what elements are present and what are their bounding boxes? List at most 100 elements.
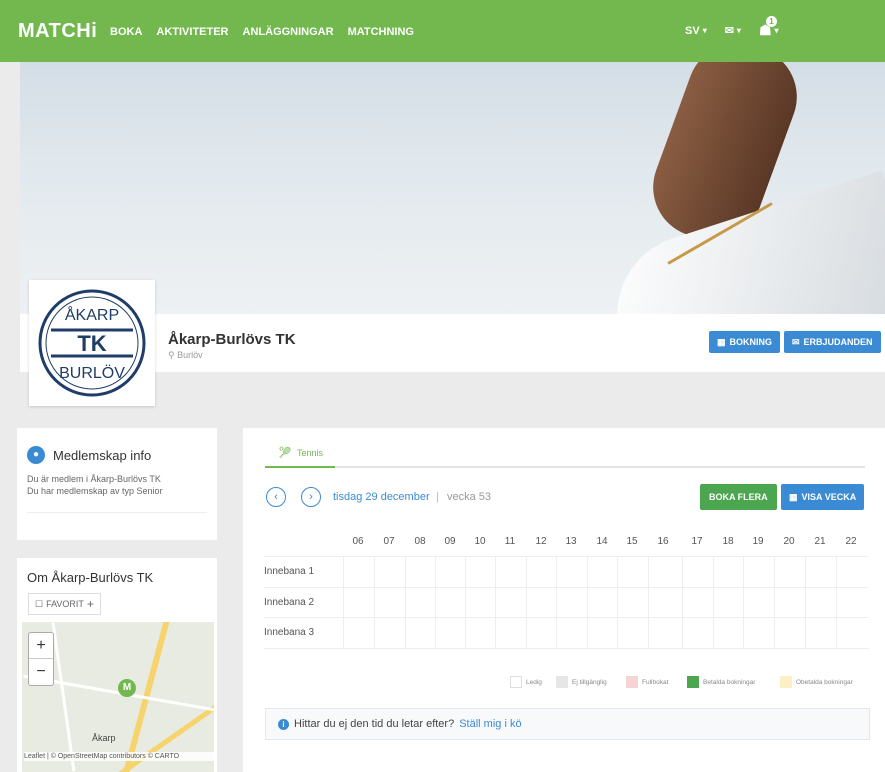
prev-day-button[interactable]: ‹ (266, 487, 286, 507)
legend-fully-booked: Fullbokat (626, 676, 668, 688)
booking-button[interactable]: ▦ BOKNING (709, 331, 781, 353)
favorite-button[interactable]: ☐ FAVORIT + (28, 593, 101, 615)
logo-text-mid: TK (77, 331, 106, 356)
calendar-icon: ▦ (717, 336, 726, 347)
legend-swatch (780, 676, 792, 688)
date-separator: | (436, 491, 439, 503)
booking-button-label: BOKNING (729, 337, 773, 347)
chevron-right-icon: › (309, 491, 313, 503)
tab-tennis-label: Tennis (296, 447, 323, 458)
language-dropdown[interactable]: SV ▾ (685, 25, 707, 37)
legend-swatch (510, 676, 522, 688)
membership-line-1: Du är medlem i Åkarp-Burlövs TK (27, 474, 161, 484)
envelope-icon: ✉ (792, 336, 800, 347)
current-week: vecka 53 (447, 491, 492, 503)
hour-label: 20 (783, 536, 795, 547)
zoom-in-button[interactable]: + (29, 633, 53, 659)
map-marker[interactable]: M (118, 679, 136, 697)
membership-title: Medlemskap info (53, 448, 152, 463)
map-zoom-control: + − (28, 632, 54, 686)
main-nav: BOKA AKTIVITETER ANLÄGGNINGAR MATCHNING (110, 26, 414, 38)
legend-swatch (626, 676, 638, 688)
nav-right: SV ▾ ✉ ▾ ☗ 1 ▾ (685, 16, 779, 39)
matchi-logo[interactable]: MATCHi (18, 20, 97, 43)
grid-line (264, 648, 869, 649)
messages-dropdown[interactable]: ✉ ▾ (725, 24, 741, 37)
calendar-icon: ▦ (789, 491, 798, 502)
legend-paid: Betalda bokningar (687, 676, 755, 688)
membership-line-2: Du har medlemskap av typ Senior (27, 486, 163, 496)
legend-swatch (687, 676, 699, 688)
hour-label: 18 (722, 536, 734, 547)
legend-label: Fullbokat (642, 678, 669, 686)
hour-label: 14 (596, 536, 608, 547)
court-row-label: Innebana 3 (264, 627, 315, 638)
legend-swatch (556, 676, 568, 688)
nav-link-aktiviteter[interactable]: AKTIVITETER (156, 26, 228, 38)
hour-label: 15 (626, 536, 638, 547)
bookmark-icon: ☐ (35, 598, 44, 609)
top-navbar: MATCHi BOKA AKTIVITETER ANLÄGGNINGAR MAT… (0, 0, 885, 62)
hour-label: 21 (814, 536, 826, 547)
membership-card: ● Medlemskap info Du är medlem i Åkarp-B… (17, 428, 217, 540)
show-week-button[interactable]: ▦ VISA VECKA (781, 484, 865, 510)
club-logo: ÅKARP TK BURLÖV (29, 280, 155, 406)
nav-link-anlaggningar[interactable]: ANLÄGGNINGAR (243, 26, 334, 38)
about-title: Om Åkarp-Burlövs TK (27, 570, 154, 585)
hour-label: 10 (474, 536, 486, 547)
notification-badge: 1 (765, 16, 777, 27)
map-attribution[interactable]: Leaflet | © OpenStreetMap contributors ©… (24, 752, 214, 761)
offers-button[interactable]: ✉ ERBJUDANDEN (784, 331, 881, 353)
legend-label: Ej tillgänglig (572, 678, 607, 686)
favorite-label: FAVORIT (46, 599, 84, 609)
nav-link-boka[interactable]: BOKA (110, 26, 142, 38)
divider (27, 512, 207, 513)
hour-label: 11 (504, 536, 516, 547)
legend-label: Obetalda bokningar (796, 678, 853, 686)
legend-label: Ledig (526, 678, 542, 686)
hour-label: 13 (565, 536, 577, 547)
hour-label: 17 (691, 536, 703, 547)
zoom-out-button[interactable]: − (29, 659, 53, 685)
hour-label: 06 (352, 536, 364, 547)
tab-tennis[interactable]: 🎾︎ Tennis (278, 446, 323, 459)
court-row-label: Innebana 1 (264, 566, 315, 577)
queue-info-text: Hittar du ej den tid du letar efter? (294, 718, 455, 730)
grid-line (264, 556, 869, 557)
legend-unpaid: Obetalda bokningar (780, 676, 853, 688)
plus-icon: + (86, 597, 94, 611)
user-dropdown[interactable]: ☗ 1 ▾ (759, 16, 779, 39)
hour-label: 07 (383, 536, 395, 547)
hour-label: 19 (752, 536, 764, 547)
queue-link[interactable]: Ställ mig i kö (459, 718, 521, 730)
chevron-left-icon: ‹ (274, 491, 278, 503)
legend-label: Betalda bokningar (703, 678, 756, 686)
tab-underline (265, 466, 865, 468)
legend-available: Ledig (510, 676, 542, 688)
chevron-down-icon: ▾ (736, 26, 741, 35)
show-week-label: VISA VECKA (801, 492, 857, 502)
hero-image (20, 62, 885, 314)
club-name: Åkarp-Burlövs TK (168, 331, 296, 348)
club-location: ⚲ Burlöv (168, 350, 203, 361)
court-row-label: Innebana 2 (264, 597, 315, 608)
hour-label: 12 (535, 536, 547, 547)
nav-link-matchning[interactable]: MATCHNING (348, 26, 414, 38)
current-date[interactable]: tisdag 29 december (333, 491, 430, 503)
chevron-down-icon: ▾ (702, 26, 707, 35)
user-icon: ● (27, 446, 45, 464)
hour-label: 16 (657, 536, 669, 547)
tennis-racket-icon: 🎾︎ (278, 447, 292, 459)
next-day-button[interactable]: › (301, 487, 321, 507)
logo-text-bottom: BURLÖV (59, 364, 125, 382)
hour-label: 22 (845, 536, 857, 547)
legend-unavailable: Ej tillgänglig (556, 676, 607, 688)
hour-label: 08 (414, 536, 426, 547)
map-pin-icon: ⚲ (168, 350, 175, 360)
map-road (51, 622, 76, 772)
book-multiple-button[interactable]: BOKA FLERA (700, 484, 777, 510)
logo-text-top: ÅKARP (65, 305, 119, 324)
chevron-down-icon: ▾ (774, 26, 779, 35)
queue-info-box: i Hittar du ej den tid du letar efter? S… (265, 708, 870, 740)
club-logo-emblem: ÅKARP TK BURLÖV (38, 289, 146, 397)
